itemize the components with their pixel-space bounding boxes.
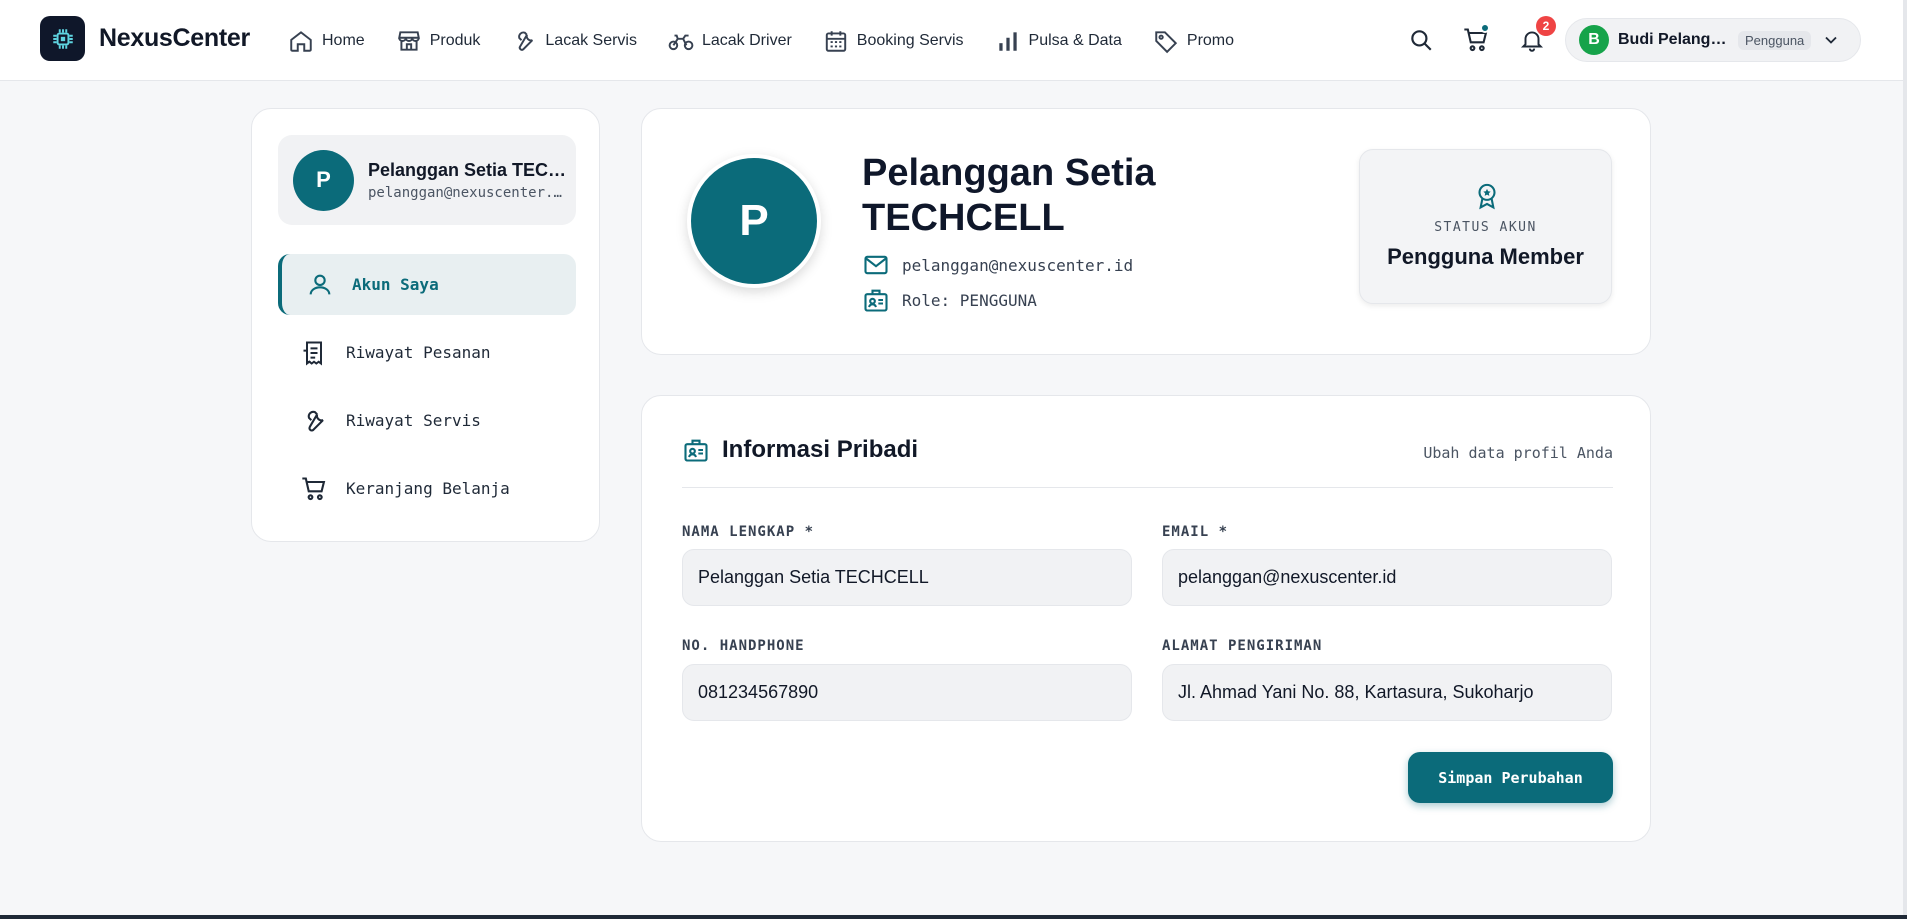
status-value: Pengguna Member bbox=[1387, 244, 1584, 269]
id-badge-icon bbox=[682, 436, 710, 464]
profile-role-row: Role: PENGGUNA bbox=[862, 286, 1037, 314]
nav-home-label: Home bbox=[322, 31, 365, 49]
form-title-row: Informasi Pribadi bbox=[682, 436, 918, 464]
profile-name: Pelanggan Setia TECHCELL bbox=[862, 152, 1156, 239]
mail-icon bbox=[862, 251, 890, 279]
nav-pulsa-data[interactable]: Pulsa & Data bbox=[995, 28, 1122, 54]
form-hint: Ubah data profil Anda bbox=[1423, 444, 1613, 462]
user-avatar: B bbox=[1579, 25, 1609, 55]
profile-header-card: P Pelanggan Setia TECHCELL pelanggan@nex… bbox=[641, 108, 1651, 355]
email-field-label: EMAIL * bbox=[1162, 524, 1229, 540]
nav-produk[interactable]: Produk bbox=[396, 28, 481, 54]
sidebar-menu: Akun Saya Riwayat Pesanan Riwayat Servis… bbox=[278, 254, 576, 526]
cart-indicator-dot bbox=[1480, 23, 1490, 33]
nav-produk-label: Produk bbox=[429, 31, 481, 49]
id-badge-icon bbox=[862, 286, 890, 314]
award-ribbon-icon bbox=[1473, 182, 1501, 212]
nav-lacak-servis-label: Lacak Servis bbox=[545, 31, 637, 49]
nav-lacak-driver-label: Lacak Driver bbox=[701, 31, 792, 49]
nav-lacak-servis[interactable]: Lacak Servis bbox=[511, 28, 637, 54]
notification-button[interactable]: 2 bbox=[1514, 16, 1556, 58]
motorcycle-icon bbox=[668, 28, 694, 54]
top-navbar: NexusCenter Home Produk Lacak Servis Lac… bbox=[0, 0, 1907, 81]
sidebar-profile-card: P Pelanggan Setia TECHCELL pelanggan@nex… bbox=[278, 135, 576, 225]
full-name-input[interactable] bbox=[682, 549, 1132, 606]
sidebar-item-keranjang-belanja[interactable]: Keranjang Belanja bbox=[278, 458, 576, 519]
search-button[interactable] bbox=[1403, 22, 1439, 58]
cart-button[interactable] bbox=[1458, 22, 1494, 58]
brand-name: NexusCenter bbox=[99, 24, 250, 52]
profile-email-row: pelanggan@nexuscenter.id bbox=[862, 251, 1133, 279]
user-icon bbox=[306, 271, 352, 299]
nav-lacak-driver[interactable]: Lacak Driver bbox=[668, 28, 792, 54]
tag-icon bbox=[1153, 28, 1179, 54]
brand[interactable]: NexusCenter bbox=[40, 16, 250, 61]
nav-promo[interactable]: Promo bbox=[1153, 28, 1234, 54]
cpu-chip-icon bbox=[40, 16, 85, 61]
shipping-address-input[interactable] bbox=[1162, 664, 1612, 721]
nav-booking-servis-label: Booking Servis bbox=[856, 31, 964, 49]
phone-input[interactable] bbox=[682, 664, 1132, 721]
receipt-icon bbox=[300, 339, 346, 367]
search-icon bbox=[1408, 27, 1434, 53]
store-icon bbox=[396, 28, 422, 54]
name-field-label: NAMA LENGKAP * bbox=[682, 524, 815, 540]
nav-promo-label: Promo bbox=[1186, 31, 1235, 49]
account-status-card: STATUS AKUN Pengguna Member bbox=[1359, 149, 1612, 304]
sidebar-profile-name: Pelanggan Setia TECHCELL bbox=[368, 159, 568, 180]
form-title: Informasi Pribadi bbox=[722, 436, 919, 463]
sidebar-item-label: Akun Saya bbox=[352, 275, 439, 294]
sidebar-item-riwayat-pesanan[interactable]: Riwayat Pesanan bbox=[278, 322, 576, 383]
nav-home[interactable]: Home bbox=[288, 28, 365, 54]
main-nav: Home Produk Lacak Servis Lacak Driver Bo… bbox=[288, 0, 1265, 81]
personal-info-card: Informasi Pribadi Ubah data profil Anda … bbox=[641, 395, 1651, 842]
profile-role: Role: PENGGUNA bbox=[902, 290, 1037, 310]
user-menu[interactable]: B Budi Pelanggan Pengguna bbox=[1565, 18, 1861, 62]
save-changes-button[interactable]: Simpan Perubahan bbox=[1408, 752, 1613, 803]
scrollbar[interactable] bbox=[1903, 0, 1907, 915]
sidebar-item-akun-saya[interactable]: Akun Saya bbox=[278, 254, 576, 315]
sidebar-item-riwayat-servis[interactable]: Riwayat Servis bbox=[278, 390, 576, 451]
form-header: Informasi Pribadi Ubah data profil Anda bbox=[682, 436, 1613, 488]
calendar-icon bbox=[823, 28, 849, 54]
sidebar-profile-email: pelanggan@nexuscenter.id bbox=[368, 184, 568, 201]
sidebar-item-label: Riwayat Servis bbox=[346, 411, 481, 430]
chevron-down-icon bbox=[1821, 30, 1841, 50]
home-icon bbox=[288, 28, 314, 54]
account-sidebar: P Pelanggan Setia TECHCELL pelanggan@nex… bbox=[251, 108, 600, 542]
address-field-label: ALAMAT PENGIRIMAN bbox=[1162, 638, 1323, 654]
wrench-icon bbox=[511, 28, 537, 54]
signal-bars-icon bbox=[995, 28, 1021, 54]
wrench-icon bbox=[300, 407, 346, 435]
nav-pulsa-data-label: Pulsa & Data bbox=[1028, 31, 1122, 49]
profile-avatar: P bbox=[687, 154, 821, 288]
cart-icon bbox=[300, 475, 346, 503]
email-input[interactable] bbox=[1162, 549, 1612, 606]
profile-email: pelanggan@nexuscenter.id bbox=[902, 255, 1134, 275]
user-role-badge: Pengguna bbox=[1738, 30, 1812, 50]
window-bottom-edge bbox=[0, 915, 1907, 919]
phone-field-label: NO. HANDPHONE bbox=[682, 638, 805, 654]
sidebar-avatar: P bbox=[293, 149, 354, 211]
sidebar-item-label: Keranjang Belanja bbox=[346, 479, 510, 498]
status-label: STATUS AKUN bbox=[1434, 220, 1537, 235]
user-name: Budi Pelanggan bbox=[1618, 31, 1730, 48]
nav-booking-servis[interactable]: Booking Servis bbox=[823, 28, 964, 54]
notification-count-badge: 2 bbox=[1536, 16, 1556, 36]
sidebar-item-label: Riwayat Pesanan bbox=[346, 343, 491, 362]
